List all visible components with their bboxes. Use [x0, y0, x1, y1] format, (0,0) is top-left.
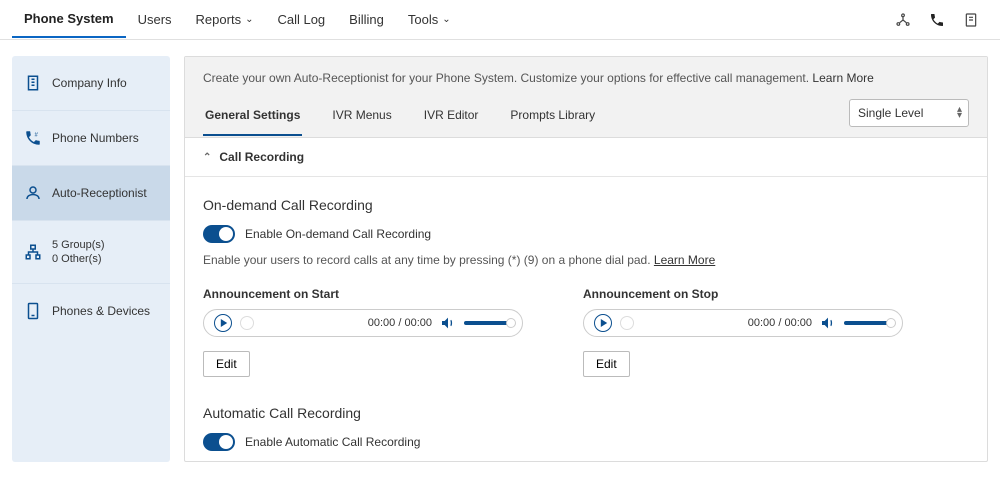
select-arrows-icon: ▴▾ — [957, 107, 962, 119]
volume-icon[interactable] — [820, 315, 836, 331]
sidebar-item-sublabel: 0 Other(s) — [52, 253, 105, 265]
sidebar-item-label: 5 Group(s) — [52, 239, 105, 251]
sidebar-item-label: Auto-Receptionist — [52, 186, 147, 200]
progress-thumb[interactable] — [620, 316, 634, 330]
play-button[interactable] — [594, 314, 612, 332]
chevron-down-icon: ⌄ — [442, 14, 450, 25]
sidebar: Company Info # Phone Numbers Auto-Recept… — [12, 56, 170, 462]
sidebar-item-phone-numbers[interactable]: # Phone Numbers — [12, 111, 170, 166]
edit-button-stop[interactable]: Edit — [583, 351, 630, 377]
announcement-stop-label: Announcement on Stop — [583, 287, 903, 301]
auto-toggle[interactable] — [203, 433, 235, 451]
network-icon[interactable] — [894, 11, 912, 29]
level-select[interactable]: Single Level ▴▾ — [849, 99, 969, 127]
header-description: Create your own Auto-Receptionist for yo… — [203, 71, 969, 85]
ondemand-heading: On-demand Call Recording — [203, 197, 969, 213]
hierarchy-icon — [24, 243, 42, 261]
chevron-up-icon: ⌃ — [203, 152, 211, 163]
receptionist-icon — [24, 184, 42, 202]
nav-reports[interactable]: Reports⌄ — [184, 2, 266, 37]
announcement-start-label: Announcement on Start — [203, 287, 523, 301]
nav-tools[interactable]: Tools⌄ — [396, 2, 463, 37]
volume-slider[interactable] — [844, 321, 892, 325]
sidebar-item-company-info[interactable]: Company Info — [12, 56, 170, 111]
main-panel: Create your own Auto-Receptionist for yo… — [184, 56, 988, 462]
chevron-down-icon: ⌄ — [245, 14, 253, 25]
note-icon[interactable] — [962, 11, 980, 29]
learn-more-link[interactable]: Learn More — [654, 253, 715, 267]
section-header-call-recording[interactable]: ⌃ Call Recording — [185, 138, 987, 177]
nav-call-log[interactable]: Call Log — [265, 2, 337, 37]
tab-prompts-library[interactable]: Prompts Library — [508, 100, 597, 136]
sidebar-item-label: Phones & Devices — [52, 304, 150, 318]
top-nav: Phone System Users Reports⌄ Call Log Bil… — [0, 0, 1000, 40]
volume-icon[interactable] — [440, 315, 456, 331]
auto-toggle-label: Enable Automatic Call Recording — [245, 435, 420, 449]
auto-heading: Automatic Call Recording — [203, 405, 969, 421]
learn-more-link[interactable]: Learn More — [812, 71, 873, 85]
progress-thumb[interactable] — [240, 316, 254, 330]
time-display: 00:00 / 00:00 — [368, 317, 432, 329]
sidebar-item-phones-devices[interactable]: Phones & Devices — [12, 284, 170, 338]
nav-users[interactable]: Users — [126, 2, 184, 37]
sidebar-item-groups[interactable]: 5 Group(s) 0 Other(s) — [12, 221, 170, 284]
audio-player-stop: 00:00 / 00:00 — [583, 309, 903, 337]
building-icon — [24, 74, 42, 92]
sidebar-item-auto-receptionist[interactable]: Auto-Receptionist — [12, 166, 170, 221]
tab-ivr-menus[interactable]: IVR Menus — [330, 100, 393, 136]
audio-player-start: 00:00 / 00:00 — [203, 309, 523, 337]
time-display: 00:00 / 00:00 — [748, 317, 812, 329]
sidebar-item-label: Company Info — [52, 76, 127, 90]
ondemand-toggle[interactable] — [203, 225, 235, 243]
device-icon — [24, 302, 42, 320]
tab-general-settings[interactable]: General Settings — [203, 100, 302, 136]
phone-hash-icon: # — [24, 129, 42, 147]
play-button[interactable] — [214, 314, 232, 332]
ondemand-description: Enable your users to record calls at any… — [203, 253, 969, 267]
sidebar-item-label: Phone Numbers — [52, 131, 139, 145]
main-tabs: General Settings IVR Menus IVR Editor Pr… — [203, 100, 849, 136]
nav-billing[interactable]: Billing — [337, 2, 396, 37]
volume-slider[interactable] — [464, 321, 512, 325]
svg-text:#: # — [35, 133, 39, 139]
nav-phone-system[interactable]: Phone System — [12, 1, 126, 38]
tab-ivr-editor[interactable]: IVR Editor — [422, 100, 481, 136]
edit-button-start[interactable]: Edit — [203, 351, 250, 377]
phone-icon[interactable] — [928, 11, 946, 29]
ondemand-toggle-label: Enable On-demand Call Recording — [245, 227, 431, 241]
